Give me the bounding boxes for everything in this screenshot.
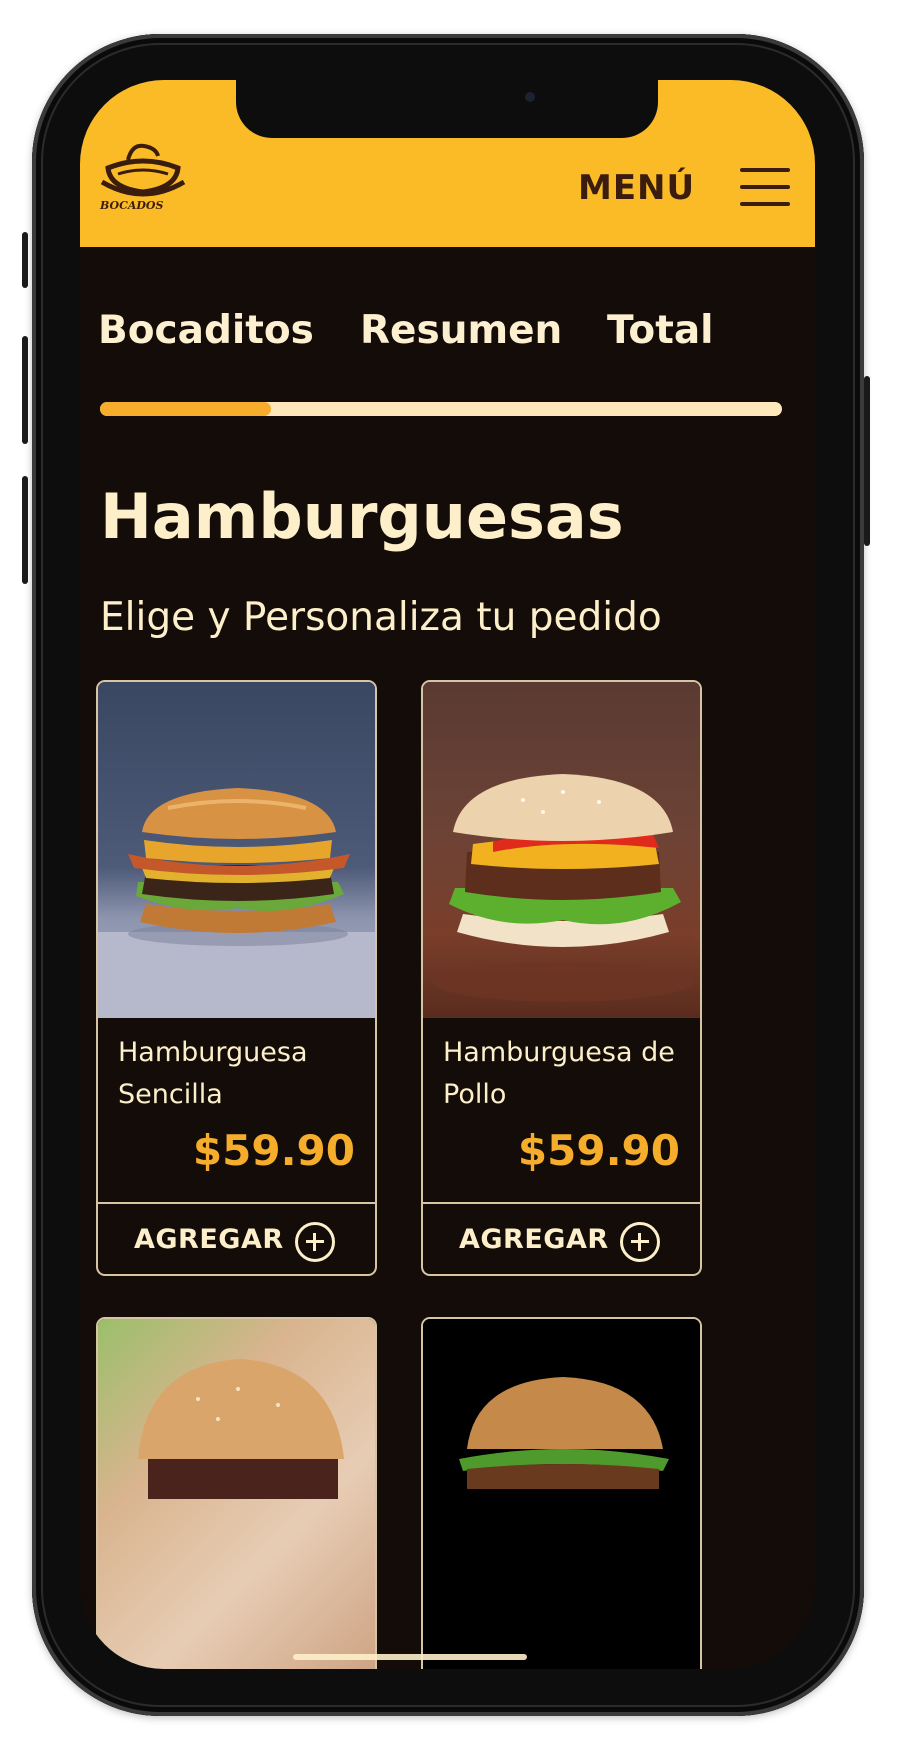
product-price: $59.90 bbox=[517, 1126, 680, 1175]
product-card: Hamburguesa de Pollo $59.90 AGREGAR bbox=[421, 680, 702, 1276]
hamburger-photo bbox=[423, 682, 700, 1018]
add-button-label: AGREGAR bbox=[134, 1224, 284, 1255]
hamburger-photo bbox=[98, 682, 375, 1018]
app-screen: BOCADOS MENÚ Bocaditos Resumen Total Ham… bbox=[80, 80, 815, 1669]
product-card bbox=[96, 1317, 377, 1669]
menu-label[interactable]: MENÚ bbox=[578, 168, 695, 208]
logo-icon[interactable]: BOCADOS bbox=[98, 136, 188, 212]
volume-up-button bbox=[22, 336, 28, 444]
step-tabs: Bocaditos Resumen Total bbox=[80, 308, 815, 368]
notch bbox=[236, 80, 658, 138]
section-title: Hamburguesas bbox=[100, 480, 624, 553]
logo-text: BOCADOS bbox=[99, 199, 163, 211]
tab-bocaditos[interactable]: Bocaditos bbox=[98, 308, 314, 353]
hamburger-photo bbox=[423, 1319, 700, 1669]
product-card bbox=[421, 1317, 702, 1669]
step-progress-bar bbox=[100, 402, 782, 416]
section-subtitle: Elige y Personaliza tu pedido bbox=[100, 595, 662, 640]
hamburger-menu-icon[interactable] bbox=[740, 168, 790, 208]
mute-switch bbox=[22, 232, 28, 288]
plus-circle-icon bbox=[295, 1222, 335, 1262]
hamburger-photo bbox=[98, 1319, 375, 1669]
power-button bbox=[864, 376, 870, 546]
tab-total[interactable]: Total bbox=[607, 308, 714, 353]
camera bbox=[525, 92, 535, 102]
product-card: Hamburguesa Sencilla $59.90 AGREGAR bbox=[96, 680, 377, 1276]
home-indicator bbox=[293, 1654, 527, 1660]
add-to-cart-button[interactable]: AGREGAR bbox=[98, 1204, 375, 1274]
product-name: Hamburguesa de Pollo bbox=[443, 1037, 675, 1110]
plus-circle-icon bbox=[620, 1222, 660, 1262]
tab-resumen[interactable]: Resumen bbox=[360, 308, 562, 353]
product-price: $59.90 bbox=[192, 1126, 355, 1175]
product-name: Hamburguesa Sencilla bbox=[118, 1037, 308, 1110]
step-progress-fill bbox=[100, 402, 271, 416]
volume-down-button bbox=[22, 476, 28, 584]
add-button-label: AGREGAR bbox=[459, 1224, 609, 1255]
add-to-cart-button[interactable]: AGREGAR bbox=[423, 1204, 700, 1274]
